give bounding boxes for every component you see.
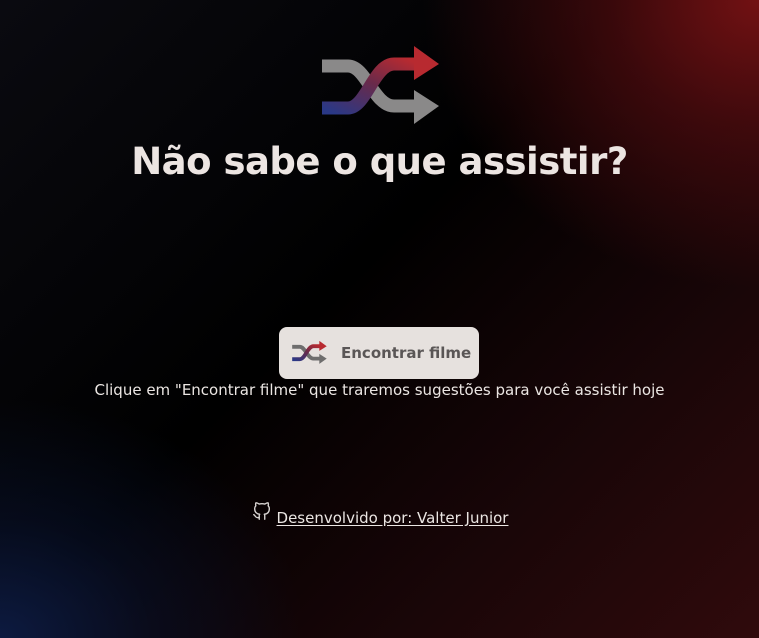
developer-link[interactable]: Desenvolvido por: Valter Junior (251, 502, 509, 527)
find-movie-button-label: Encontrar filme (341, 344, 472, 362)
hint-text: Clique em "Encontrar filme" que traremos… (94, 381, 665, 399)
shuffle-icon (292, 340, 327, 364)
developer-link-text: Desenvolvido por: Valter Junior (276, 509, 509, 527)
footer: Desenvolvido por: Valter Junior (0, 502, 759, 531)
page-title: Não sabe o que assistir? (131, 140, 628, 183)
find-movie-button[interactable]: Encontrar filme (279, 327, 479, 379)
shuffle-logo-icon (322, 46, 439, 124)
github-icon (252, 502, 270, 520)
